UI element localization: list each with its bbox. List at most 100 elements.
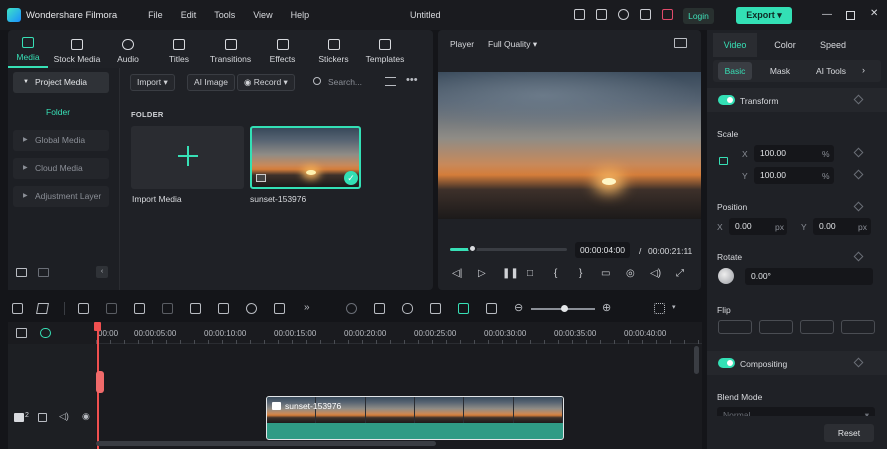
sidebar-item-folder[interactable]: Folder: [46, 107, 70, 117]
crop-icon[interactable]: [190, 303, 201, 314]
folder-icon[interactable]: [38, 268, 49, 277]
import-dropdown[interactable]: Import ▾: [130, 74, 175, 91]
menu-edit[interactable]: Edit: [172, 10, 206, 20]
flip-horizontal-button[interactable]: [718, 320, 752, 334]
record-dropdown[interactable]: ◉ Record ▾: [237, 74, 295, 91]
export-button[interactable]: Export ▾: [736, 7, 792, 24]
camera-icon[interactable]: ◎: [626, 268, 635, 279]
quality-dropdown[interactable]: Full Quality ▾: [488, 39, 537, 50]
sidebar-item-cloud-media[interactable]: ▶ Cloud Media: [13, 158, 109, 179]
collapse-sidebar-icon[interactable]: ‹: [96, 266, 108, 278]
import-media-card[interactable]: [131, 126, 244, 189]
more-tools-icon[interactable]: »: [304, 302, 310, 313]
menu-file[interactable]: File: [139, 10, 172, 20]
transform-section[interactable]: Transform: [707, 88, 887, 112]
marker-icon[interactable]: [374, 303, 385, 314]
eye-icon[interactable]: ◉: [82, 411, 90, 422]
menu-tools[interactable]: Tools: [205, 10, 244, 20]
monitor-icon[interactable]: [574, 9, 585, 20]
snap-icon[interactable]: [458, 303, 469, 314]
timeline-ruler[interactable]: 00:00 00:00:05:00 00:00:10:00 00:00:15:00 00…: [96, 322, 702, 344]
tab-transitions[interactable]: Transitions: [208, 30, 253, 68]
compositing-section[interactable]: Compositing: [707, 351, 887, 375]
tab-stock-media[interactable]: Stock Media: [48, 30, 106, 68]
ai-tools-icon[interactable]: [274, 303, 285, 314]
layout-icon[interactable]: [12, 303, 23, 314]
current-time[interactable]: 00:00:04:00: [575, 242, 630, 258]
tab-titles[interactable]: Titles: [150, 30, 208, 68]
ai-image-button[interactable]: AI Image: [187, 74, 236, 91]
tab-stickers[interactable]: Stickers: [312, 30, 355, 68]
chevron-right-icon[interactable]: ›: [862, 65, 865, 75]
link-icon[interactable]: [40, 328, 51, 338]
zoom-slider-handle[interactable]: [561, 305, 568, 312]
pause-icon[interactable]: ❚❚: [502, 268, 519, 279]
flip-vertical-button[interactable]: [759, 320, 793, 334]
volume-icon[interactable]: ◁): [650, 268, 661, 279]
zoom-out-icon[interactable]: ⊖: [514, 301, 523, 314]
media-thumbnail-sunset[interactable]: ✓: [250, 126, 361, 189]
new-folder-icon[interactable]: [16, 268, 27, 277]
keyframe-icon[interactable]: [853, 251, 864, 262]
compositing-toggle[interactable]: [718, 358, 735, 368]
zoom-in-icon[interactable]: ⊕: [602, 301, 611, 314]
keyframe-icon[interactable]: [853, 169, 864, 180]
add-track-icon[interactable]: [16, 328, 27, 338]
progress-handle[interactable]: [468, 244, 478, 253]
maximize-icon[interactable]: [846, 11, 855, 20]
cart-icon[interactable]: [662, 9, 673, 20]
tab-templates[interactable]: Templates: [355, 30, 415, 68]
chevron-down-icon[interactable]: ▾: [672, 303, 676, 311]
search-input[interactable]: Search...: [328, 74, 388, 91]
menu-help[interactable]: Help: [282, 10, 319, 20]
tab-audio[interactable]: Audio: [106, 30, 150, 68]
tab-color[interactable]: Color: [765, 33, 805, 57]
sub-tab-basic[interactable]: Basic: [718, 62, 752, 80]
grid-icon[interactable]: [654, 303, 665, 314]
keyframe-icon[interactable]: [853, 357, 864, 368]
snapshot-view-icon[interactable]: [674, 38, 687, 48]
more-icon[interactable]: •••: [406, 74, 418, 86]
cut-icon[interactable]: [162, 303, 173, 314]
stop-icon[interactable]: □: [527, 268, 533, 279]
delete-icon[interactable]: [134, 303, 145, 314]
filter-icon[interactable]: [385, 77, 396, 86]
rotate-dial[interactable]: [718, 268, 734, 284]
save-icon[interactable]: [596, 9, 607, 20]
close-icon[interactable]: ✕: [870, 8, 878, 19]
sidebar-item-adjustment-layer[interactable]: ▶ Adjustment Layer: [13, 186, 109, 207]
display-settings-icon[interactable]: ▭: [601, 268, 610, 279]
reset-button[interactable]: Reset: [824, 424, 874, 442]
vertical-scrollbar[interactable]: [694, 346, 699, 374]
horizontal-scrollbar[interactable]: [96, 441, 436, 446]
lock-track-icon[interactable]: [38, 413, 47, 422]
mark-out-icon[interactable]: }: [579, 268, 582, 279]
mute-track-icon[interactable]: ◁): [59, 411, 69, 422]
sidebar-item-global-media[interactable]: ▶ Global Media: [13, 130, 109, 151]
select-arrow-icon[interactable]: [36, 303, 49, 314]
mark-in-icon[interactable]: {: [554, 268, 557, 279]
fullscreen-icon[interactable]: ⤢: [676, 268, 684, 279]
rotate-counterclockwise-button[interactable]: [841, 320, 875, 334]
lock-icon[interactable]: [719, 157, 728, 165]
play-icon[interactable]: ▷: [478, 268, 486, 279]
redo-icon[interactable]: [106, 303, 117, 314]
tab-speed[interactable]: Speed: [813, 33, 853, 57]
previous-frame-icon[interactable]: ◁|: [452, 268, 462, 279]
timeline-clip-sunset[interactable]: sunset-153976: [266, 396, 564, 440]
transform-toggle[interactable]: [718, 95, 735, 105]
rotate-input[interactable]: 0.00°: [745, 268, 873, 285]
audio-track-icon[interactable]: [430, 303, 441, 314]
microphone-icon[interactable]: [402, 303, 413, 314]
sidebar-item-project-media[interactable]: ▼ Project Media: [13, 72, 109, 93]
minimize-icon[interactable]: —: [822, 9, 832, 20]
sub-tab-ai-tools[interactable]: AI Tools: [810, 62, 852, 80]
sub-tab-mask[interactable]: Mask: [763, 62, 797, 80]
rotate-clockwise-button[interactable]: [800, 320, 834, 334]
undo-icon[interactable]: [78, 303, 89, 314]
login-button[interactable]: Login: [683, 8, 714, 24]
tab-effects[interactable]: Effects: [253, 30, 312, 68]
playhead-drag-tab[interactable]: [96, 371, 104, 393]
text-icon[interactable]: [218, 303, 229, 314]
cloud-upload-icon[interactable]: [618, 9, 629, 20]
